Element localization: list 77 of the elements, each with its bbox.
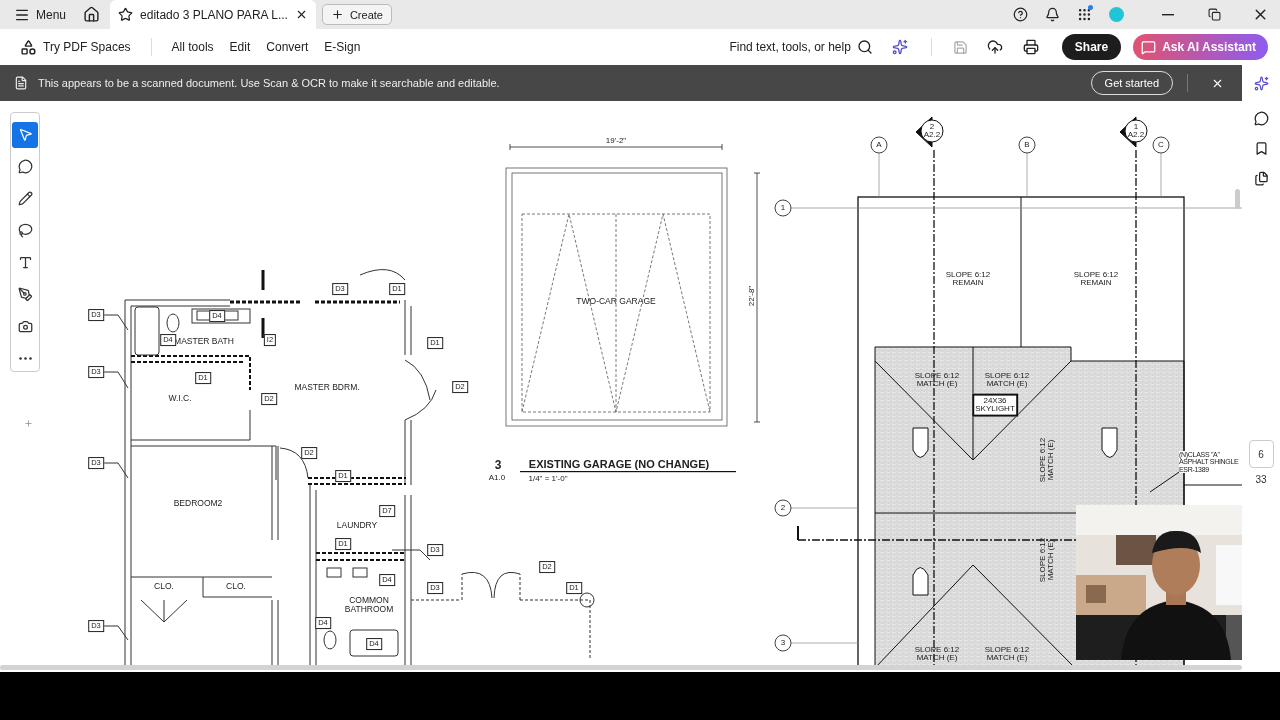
search-tools-button[interactable]: Find text, tools, or help	[723, 35, 879, 59]
menu-button[interactable]: Menu	[8, 2, 73, 27]
grid-bubble: 3	[774, 634, 792, 652]
speech-bubble-icon	[17, 159, 33, 175]
tab-title: editado 3 PLANO PARA L...	[140, 7, 288, 22]
grid-bubble: A	[870, 136, 888, 154]
section-marker-label: 2 A2.2	[923, 122, 941, 140]
crosshair-icon	[24, 419, 33, 428]
help-icon	[1012, 7, 1028, 22]
pencil-icon	[17, 191, 33, 207]
create-button[interactable]: Create	[321, 4, 392, 25]
vertical-scrollbar[interactable]	[1235, 189, 1240, 209]
drawing-number: 3	[494, 458, 502, 472]
drawing-note: SLOPE 6:12 MATCH (E)	[984, 371, 1030, 389]
save-icon	[953, 39, 969, 55]
cloud-upload-icon	[986, 39, 1003, 55]
grid-bubble: C	[1152, 136, 1170, 154]
plus-icon	[330, 8, 344, 21]
grid-bubble: 1	[774, 199, 792, 217]
toolbar-menu-item[interactable]: Edit	[223, 36, 257, 58]
text-icon	[17, 254, 33, 270]
pointer-icon	[17, 127, 33, 143]
bell-icon	[1044, 7, 1060, 22]
slope-note: 22'-8"	[747, 285, 757, 307]
drawing-note: SLOPE 6:12 MATCH (E)	[984, 645, 1030, 663]
minimize-icon	[1162, 13, 1174, 16]
share-button[interactable]: Share	[1061, 34, 1122, 60]
document-icon	[14, 76, 28, 90]
room-label: TWO-CAR GARAGE	[576, 296, 656, 306]
camera-icon	[17, 318, 33, 334]
drawing-note: 1/4" = 1'-0"	[528, 474, 568, 484]
home-icon	[82, 6, 100, 23]
printer-icon	[1022, 39, 1039, 55]
room-label: CLO.	[226, 581, 246, 591]
pen-nib-icon	[17, 286, 33, 302]
skylight-label: 24X36 SKYLIGHT	[972, 393, 1018, 417]
drawing-note: 19'-2"	[605, 136, 627, 146]
restore-icon	[1207, 8, 1221, 21]
room-label: BEDROOM2	[173, 498, 223, 508]
pdf-spaces-button[interactable]: Try PDF Spaces	[14, 34, 137, 60]
room-label: MASTER BATH	[174, 336, 234, 346]
grid-bubble: B	[1018, 136, 1036, 154]
drawing-note: A1.0	[488, 473, 506, 483]
sparkle-icon	[891, 39, 908, 55]
grid-icon	[1076, 7, 1092, 22]
current-page-field[interactable]: 6	[1248, 440, 1274, 468]
document-tab[interactable]: editado 3 PLANO PARA L...	[110, 0, 316, 29]
search-icon	[856, 39, 873, 55]
scan-message: This appears to be a scanned document. Use Scan & OCR to make it searchable and editable.	[38, 77, 500, 89]
page-count: 33	[1255, 474, 1267, 485]
bookmark-icon	[1253, 140, 1269, 156]
room-label: CLO.	[154, 581, 174, 591]
speech-bubble-icon	[1253, 110, 1269, 126]
drawing-note: SLOPE 6:12 MATCH (E)	[914, 371, 960, 389]
toolbar-menu-item[interactable]: E-Sign	[318, 36, 367, 58]
grid-bubble: 2	[774, 499, 792, 517]
shapes-icon	[20, 38, 37, 56]
star-icon	[118, 7, 134, 22]
sparkle-icon	[1253, 75, 1269, 91]
room-label: W.I.C.	[168, 393, 192, 403]
ai-assistant-button[interactable]: Ask AI Assistant	[1133, 34, 1268, 60]
toolbar-menu-item[interactable]: All tools	[165, 36, 220, 58]
room-label: MASTER BDRM.	[294, 382, 360, 392]
toolbar-menu-item[interactable]: Convert	[260, 36, 315, 58]
lasso-icon	[17, 223, 33, 239]
drawing-note: SLOPE 6:12 REMAIN	[1073, 270, 1119, 288]
drawing-title: EXISTING GARAGE (NO CHANGE)	[528, 459, 710, 471]
room-label: COMMON BATHROOM	[344, 596, 394, 614]
more-icon	[18, 356, 32, 360]
pages-icon	[1253, 170, 1269, 186]
select-tool[interactable]	[12, 122, 38, 148]
room-label: LAUNDRY	[336, 520, 378, 530]
section-marker-label: 1 A2.2	[1127, 122, 1145, 140]
horizontal-scrollbar[interactable]	[0, 665, 1242, 670]
chat-icon	[1141, 39, 1157, 55]
drawing-note: SLOPE 6:12 REMAIN	[945, 270, 991, 288]
slope-note: SLOPE 6:12 MATCH (E)	[1038, 437, 1056, 483]
